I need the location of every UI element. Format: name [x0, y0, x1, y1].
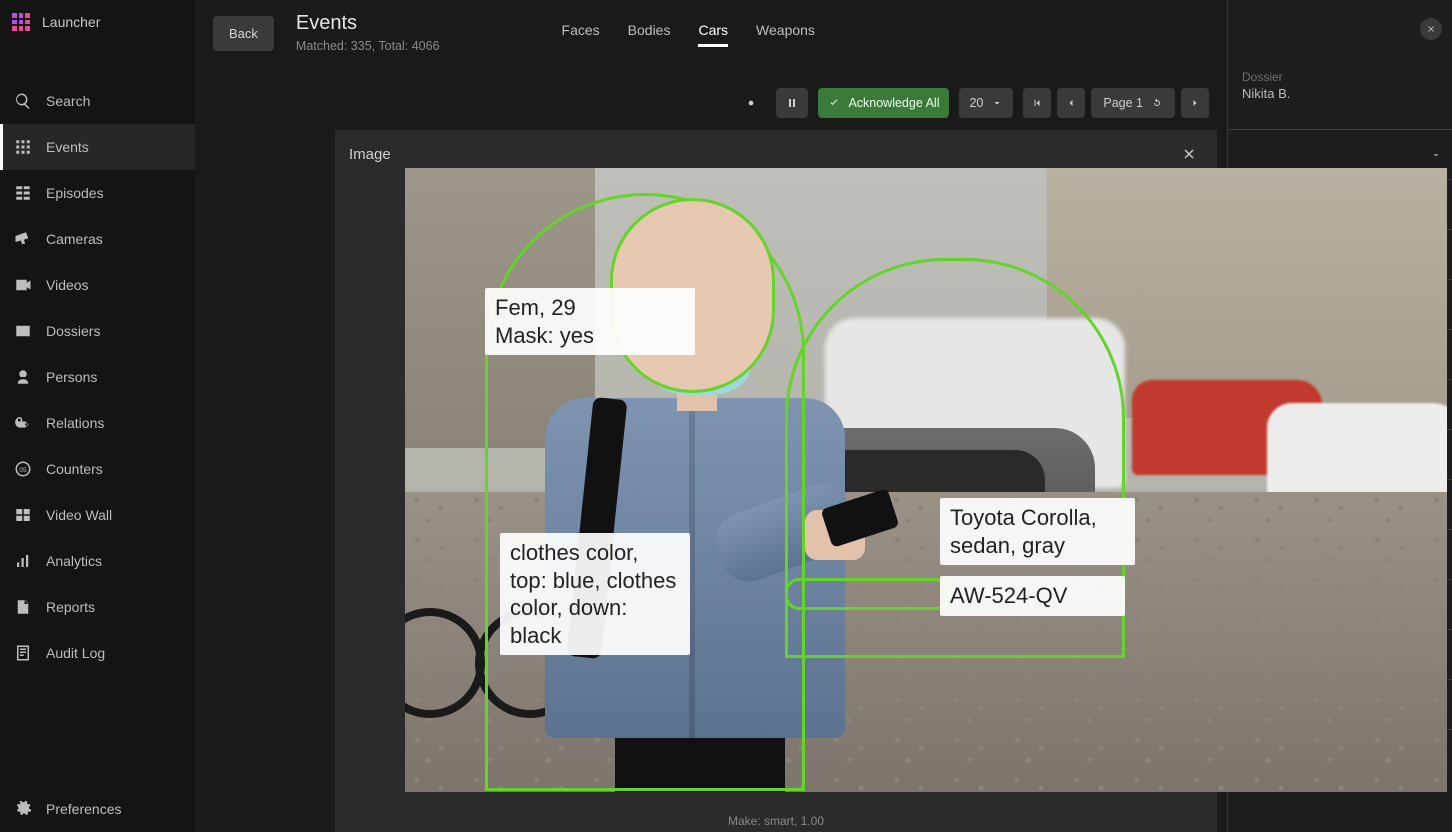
sidebar-item-label: Persons: [46, 369, 97, 385]
sidebar-item-search[interactable]: Search: [0, 78, 195, 124]
sidebar: Launcher Search Events Episodes Cameras …: [0, 0, 195, 832]
sidebar-item-label: Video Wall: [46, 507, 112, 523]
detection-label-face: Fem, 29 Mask: yes: [485, 288, 695, 355]
idcard-icon: [14, 322, 32, 340]
overlay-title: Image: [349, 146, 391, 163]
sidebar-item-episodes[interactable]: Episodes: [0, 170, 195, 216]
search-icon: [14, 92, 32, 110]
launcher-label: Launcher: [42, 14, 100, 30]
sidebar-item-relations[interactable]: Relations: [0, 400, 195, 446]
sidebar-item-preferences[interactable]: Preferences: [0, 786, 195, 832]
sidebar-item-label: Events: [46, 139, 89, 155]
sidebar-item-label: Search: [46, 93, 90, 109]
image-overlay: Image: [335, 130, 1217, 832]
relations-icon: [14, 414, 32, 432]
sidebar-item-events[interactable]: Events: [0, 124, 195, 170]
header-tabs: Faces Bodies Cars Weapons: [562, 22, 815, 47]
page-size-select[interactable]: 20: [959, 88, 1013, 118]
detection-label-car: Toyota Corolla, sedan, gray: [940, 498, 1135, 565]
gear-icon: [14, 800, 32, 818]
pager-prev-button[interactable]: [1057, 88, 1085, 118]
close-icon: [1426, 24, 1436, 34]
topbar: Back Events Matched: 335, Total: 4066 Fa…: [195, 0, 1227, 60]
wall-icon: [14, 506, 32, 524]
sidebar-item-label: Counters: [46, 461, 103, 477]
sidebar-item-reports[interactable]: Reports: [0, 584, 195, 630]
page-size-value: 20: [969, 96, 983, 110]
close-icon: [1181, 146, 1197, 162]
sidebar-item-analytics[interactable]: Analytics: [0, 538, 195, 584]
page-title: Events: [296, 12, 440, 35]
episodes-icon: [14, 184, 32, 202]
sidebar-item-videowall[interactable]: Video Wall: [0, 492, 195, 538]
refresh-icon: [1151, 97, 1163, 109]
main-area: Back Events Matched: 335, Total: 4066 Fa…: [195, 0, 1227, 832]
sidebar-item-label: Episodes: [46, 185, 104, 201]
tab-weapons[interactable]: Weapons: [756, 22, 815, 47]
sidebar-item-label: Relations: [46, 415, 104, 431]
sidebar-item-auditlog[interactable]: Audit Log: [0, 630, 195, 676]
sidebar-item-label: Audit Log: [46, 645, 105, 661]
sidebar-item-videos[interactable]: Videos: [0, 262, 195, 308]
person-icon: [14, 368, 32, 386]
overlay-close-button[interactable]: [1175, 140, 1203, 168]
svg-text:05: 05: [19, 467, 27, 474]
sidebar-item-label: Analytics: [46, 553, 102, 569]
pager: Page 1: [1023, 88, 1209, 118]
chevron-down-icon: [1430, 149, 1442, 161]
detection-box-plate: [785, 578, 950, 610]
video-icon: [14, 276, 32, 294]
detection-label-body: clothes color, top: blue, clothes color,…: [500, 533, 690, 655]
tab-cars[interactable]: Cars: [698, 22, 728, 47]
sidebar-item-label: Cameras: [46, 231, 103, 247]
pager-first-button[interactable]: [1023, 88, 1051, 118]
sidebar-item-counters[interactable]: 05 Counters: [0, 446, 195, 492]
overlay-footer-note: Make: smart, 1.00: [335, 814, 1217, 828]
counter-icon: 05: [14, 460, 32, 478]
grid-icon: [14, 138, 32, 156]
sidebar-item-dossiers[interactable]: Dossiers: [0, 308, 195, 354]
acknowledge-all-button[interactable]: Acknowledge All: [818, 88, 949, 118]
details-close-button[interactable]: [1420, 18, 1442, 40]
detection-image: Fem, 29 Mask: yes clothes color, top: bl…: [405, 168, 1447, 792]
launcher-icon: [12, 13, 30, 31]
dossier-value: Nikita B.: [1242, 86, 1438, 101]
settings-icon[interactable]: [736, 88, 766, 118]
sidebar-item-label: Videos: [46, 277, 89, 293]
pause-button[interactable]: [776, 88, 808, 118]
pager-page-label: Page 1: [1103, 96, 1143, 110]
bars-icon: [14, 552, 32, 570]
sidebar-item-persons[interactable]: Persons: [0, 354, 195, 400]
sidebar-item-label: Dossiers: [46, 323, 100, 339]
acknowledge-label: Acknowledge All: [848, 96, 939, 110]
tab-faces[interactable]: Faces: [562, 22, 600, 47]
camera-icon: [14, 230, 32, 248]
pager-next-button[interactable]: [1181, 88, 1209, 118]
pager-page-button[interactable]: Page 1: [1091, 88, 1175, 118]
tab-bodies[interactable]: Bodies: [628, 22, 671, 47]
toolbar: Acknowledge All 20 Page 1: [195, 60, 1227, 120]
check-icon: [828, 97, 840, 109]
sidebar-item-label: Preferences: [46, 801, 121, 817]
back-button[interactable]: Back: [213, 16, 274, 51]
page-subtitle: Matched: 335, Total: 4066: [296, 39, 440, 53]
dossier-label: Dossier: [1242, 70, 1438, 84]
sidebar-item-cameras[interactable]: Cameras: [0, 216, 195, 262]
auditlog-icon: [14, 644, 32, 662]
detection-label-plate: AW-524-QV: [940, 576, 1125, 616]
report-icon: [14, 598, 32, 616]
sidebar-item-label: Reports: [46, 599, 95, 615]
launcher-button[interactable]: Launcher: [0, 0, 195, 44]
chevron-down-icon: [991, 97, 1003, 109]
